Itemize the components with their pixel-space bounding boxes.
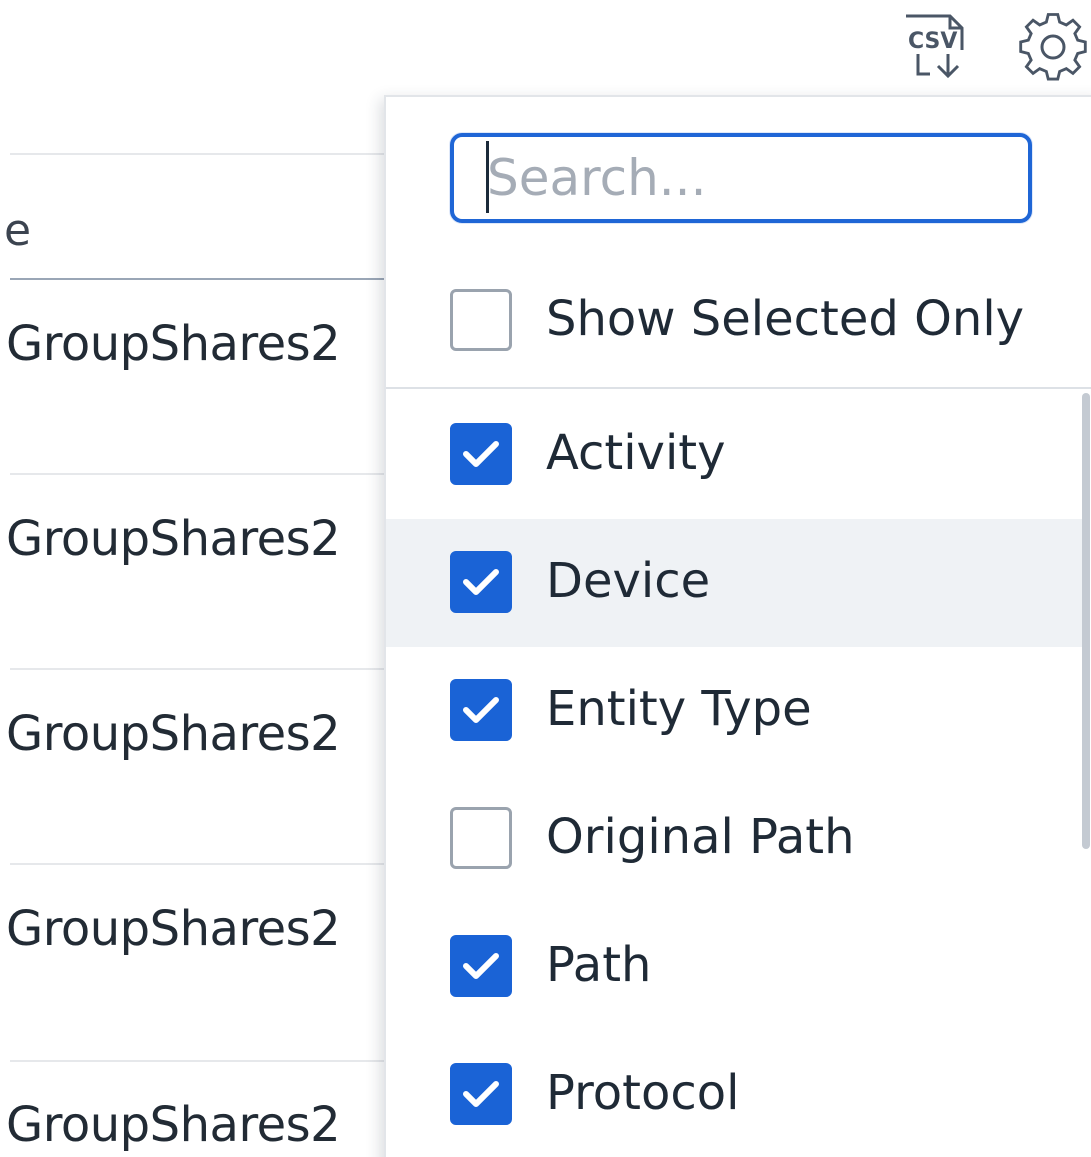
table-cell: GroupShares2 bbox=[6, 511, 341, 567]
header-divider bbox=[10, 278, 385, 280]
column-header[interactable]: e bbox=[4, 205, 31, 256]
csv-download-icon[interactable]: CSV bbox=[900, 10, 970, 82]
data-table: e GroupShares2 GroupShares2 GroupShares2… bbox=[0, 0, 385, 1157]
column-option-label: Device bbox=[546, 553, 711, 609]
row-divider bbox=[10, 1060, 385, 1062]
table-divider bbox=[10, 153, 385, 155]
check-icon bbox=[463, 569, 499, 595]
checkbox-protocol[interactable] bbox=[450, 1063, 512, 1125]
column-option-device[interactable]: Device bbox=[386, 519, 1086, 647]
checkbox-entity-type[interactable] bbox=[450, 679, 512, 741]
check-icon bbox=[463, 697, 499, 723]
column-option-label: Entity Type bbox=[546, 681, 812, 737]
row-divider bbox=[10, 863, 385, 865]
column-picker-dropdown: Show Selected Only Activity Device Entit… bbox=[384, 95, 1091, 1157]
checkbox-device[interactable] bbox=[450, 551, 512, 613]
column-option-protocol[interactable]: Protocol bbox=[386, 1031, 1086, 1157]
checkbox-path[interactable] bbox=[450, 935, 512, 997]
row-divider bbox=[10, 473, 385, 475]
column-option-label: Path bbox=[546, 937, 652, 993]
column-option-original-path[interactable]: Original Path bbox=[386, 775, 1086, 903]
show-selected-only-toggle[interactable]: Show Selected Only bbox=[386, 257, 1086, 385]
panel-divider bbox=[386, 387, 1091, 389]
scrollbar[interactable] bbox=[1082, 393, 1090, 849]
check-icon bbox=[463, 441, 499, 467]
table-cell: GroupShares2 bbox=[6, 1097, 341, 1153]
table-cell: GroupShares2 bbox=[6, 706, 341, 762]
column-option-activity[interactable]: Activity bbox=[386, 391, 1086, 519]
table-cell: GroupShares2 bbox=[6, 901, 341, 957]
csv-icon-text: CSV bbox=[908, 29, 957, 54]
column-option-path[interactable]: Path bbox=[386, 903, 1086, 1031]
column-option-entity-type[interactable]: Entity Type bbox=[386, 647, 1086, 775]
show-selected-only-checkbox[interactable] bbox=[450, 289, 512, 351]
check-icon bbox=[463, 953, 499, 979]
row-divider bbox=[10, 668, 385, 670]
gear-icon[interactable] bbox=[1015, 12, 1091, 82]
show-selected-only-label: Show Selected Only bbox=[546, 291, 1025, 347]
column-option-label: Original Path bbox=[546, 809, 855, 865]
search-input[interactable] bbox=[450, 133, 1032, 223]
checkbox-activity[interactable] bbox=[450, 423, 512, 485]
page: CSV e GroupShares2 GroupShares2 GroupSha… bbox=[0, 0, 1091, 1157]
check-icon bbox=[463, 1081, 499, 1107]
checkbox-original-path[interactable] bbox=[450, 807, 512, 869]
table-cell: GroupShares2 bbox=[6, 316, 341, 372]
column-option-label: Activity bbox=[546, 425, 726, 481]
text-cursor bbox=[486, 141, 489, 213]
column-option-label: Protocol bbox=[546, 1065, 740, 1121]
